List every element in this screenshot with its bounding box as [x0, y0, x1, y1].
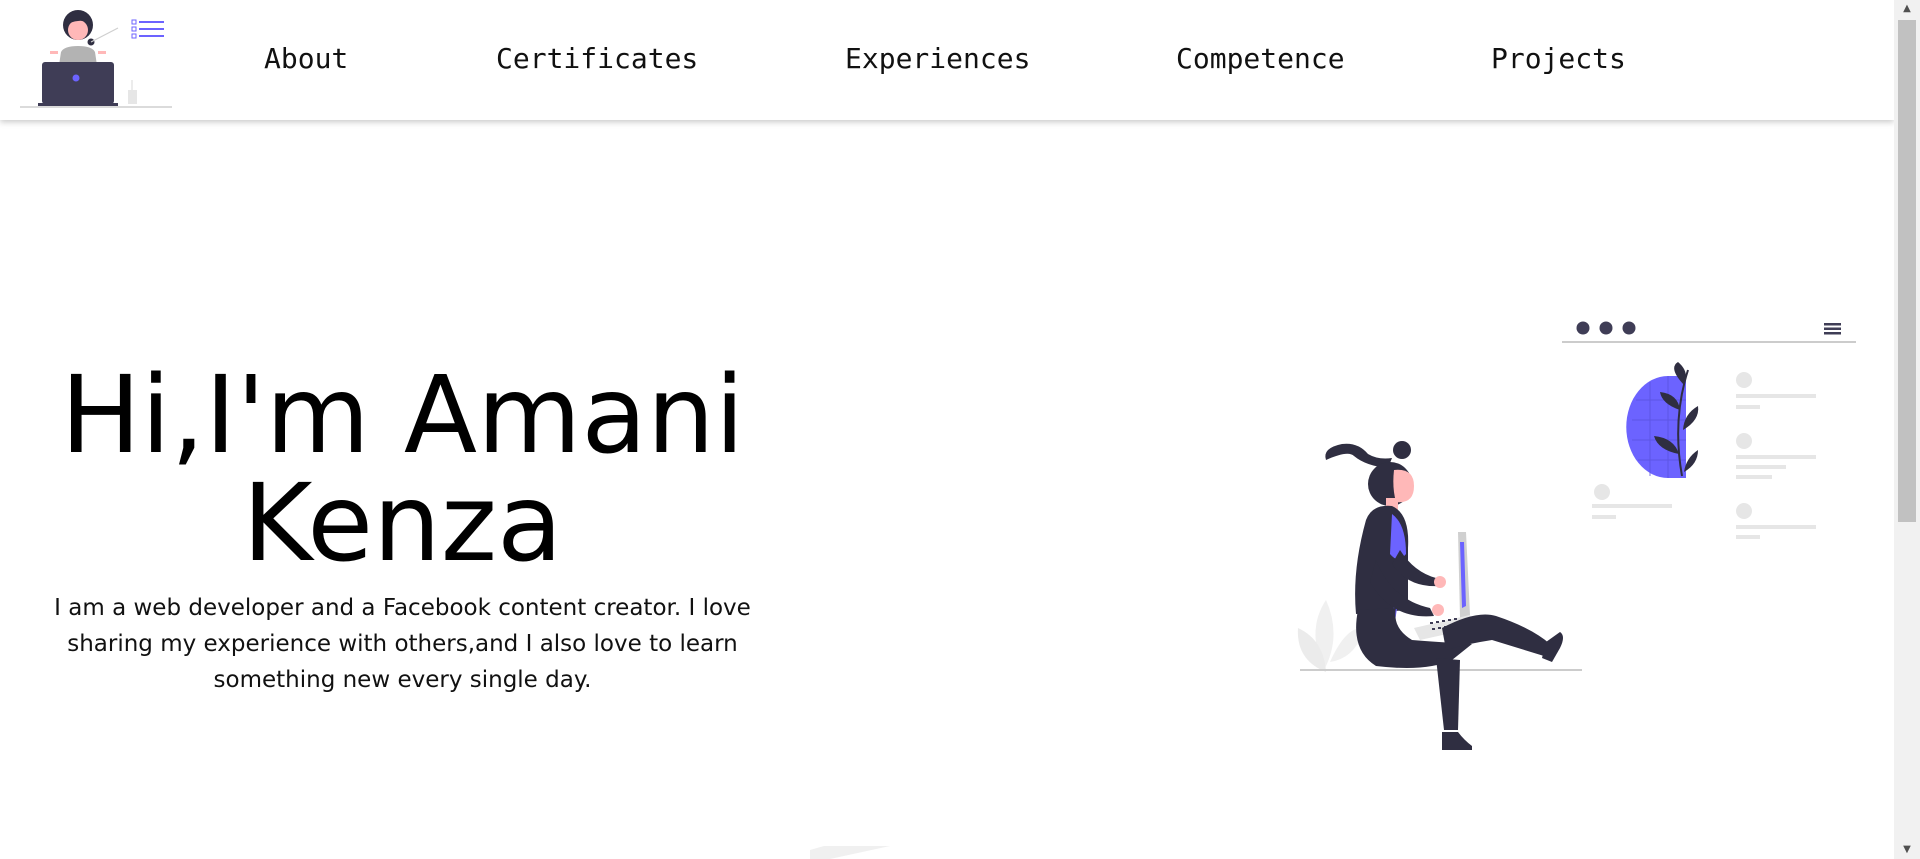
scrollbar-thumb[interactable] — [1898, 20, 1916, 522]
hero-title: Hi,I'm Amani Kenza — [60, 354, 745, 586]
scroll-up-arrow-icon[interactable]: ▲ — [1894, 0, 1920, 18]
scroll-down-arrow-icon[interactable]: ▼ — [1894, 841, 1920, 859]
page: About Certificates Experiences Competenc… — [0, 0, 1920, 859]
nav-links: About Certificates Experiences Competenc… — [0, 0, 1894, 120]
woman-with-laptop-illustration-icon — [1297, 321, 1856, 750]
hero-description: I am a web developer and a Facebook cont… — [54, 595, 751, 693]
decorative-shape — [810, 846, 890, 859]
nav-link-certificates[interactable]: Certificates — [496, 42, 698, 75]
nav-link-projects[interactable]: Projects — [1491, 42, 1626, 75]
hamburger-menu-icon — [1824, 323, 1841, 335]
nav-link-competence[interactable]: Competence — [1176, 42, 1345, 75]
scrollbar[interactable]: ▲ ▼ — [1894, 0, 1920, 859]
nav-link-experiences[interactable]: Experiences — [845, 42, 1030, 75]
nav-link-about[interactable]: About — [264, 42, 348, 75]
navbar: About Certificates Experiences Competenc… — [0, 0, 1894, 120]
